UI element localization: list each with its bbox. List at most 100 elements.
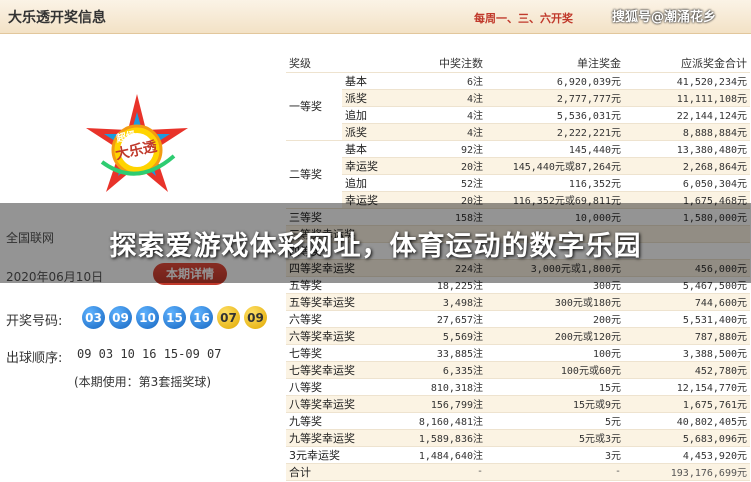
- prize-winners: 156,799注: [398, 395, 486, 413]
- prize-total: 1,675,761元: [624, 395, 750, 413]
- prize-total: 193,176,699元: [624, 463, 750, 481]
- prize-unit: 3元: [486, 446, 624, 464]
- prize-winners: 3,498注: [398, 293, 486, 311]
- prize-total: 2,268,864元: [624, 157, 750, 175]
- prize-winners: 810,318注: [398, 378, 486, 396]
- prize-level: 一等奖: [286, 72, 342, 141]
- prize-winners: 6,335注: [398, 361, 486, 379]
- prize-sub: 派奖: [342, 89, 398, 107]
- prize-unit: 300元或180元: [486, 293, 624, 311]
- prize-total: 41,520,234元: [624, 72, 750, 90]
- prize-unit: 145,440元或87,264元: [486, 157, 624, 175]
- prize-unit: 116,352元: [486, 174, 624, 192]
- prize-level: 九等奖幸运奖: [286, 429, 398, 447]
- front-ball: 16: [190, 306, 213, 329]
- prize-unit: 200元: [486, 310, 624, 328]
- ball-set-note: (本期使用：第3套摇奖球): [74, 375, 211, 389]
- prize-winners: 1,484,640注: [398, 446, 486, 464]
- numbers-label: 开奖号码:: [6, 314, 63, 329]
- prize-level: 3元幸运奖: [286, 446, 398, 464]
- draw-days-text: 每周一、三、六开奖: [474, 12, 573, 25]
- table-row: 一等奖 基本 6注 6,920,039元 41,520,234元: [286, 72, 750, 141]
- prize-unit: 15元: [486, 378, 624, 396]
- total-row: 合计 - - 193,176,699元: [286, 463, 750, 481]
- prize-level: 八等奖幸运奖: [286, 395, 398, 413]
- prize-sub: 追加: [342, 106, 398, 124]
- prize-total: 3,388,500元: [624, 344, 750, 362]
- prize-sub: 基本: [342, 72, 398, 90]
- table-row: 八等奖幸运奖 156,799注 15元或9元 1,675,761元: [286, 395, 750, 413]
- prize-total: 6,050,304元: [624, 174, 750, 192]
- prize-unit: 15元或9元: [486, 395, 624, 413]
- prize-winners: 1,589,836注: [398, 429, 486, 447]
- header-level: 奖级: [286, 55, 342, 73]
- table-row: 六等奖 27,657注 200元 5,531,400元: [286, 310, 750, 328]
- prize-level: 八等奖: [286, 378, 398, 396]
- front-ball: 09: [109, 306, 132, 329]
- prize-sub: 追加: [342, 174, 398, 192]
- prize-total: 11,111,108元: [624, 89, 750, 107]
- prize-sub: 幸运奖: [342, 157, 398, 175]
- table-row: 3元幸运奖 1,484,640注 3元 4,453,920元: [286, 446, 750, 464]
- prize-winners: 8,160,481注: [398, 412, 486, 430]
- back-ball: 09: [244, 306, 267, 329]
- prize-unit: 2,777,777元: [486, 89, 624, 107]
- prize-unit: 6,920,039元: [486, 72, 624, 90]
- prize-total: 5,683,096元: [624, 429, 750, 447]
- page-title: 大乐透开奖信息: [8, 10, 106, 26]
- order-value: 09 03 10 16 15-09 07: [77, 347, 222, 361]
- prize-sub: 派奖: [342, 123, 398, 141]
- winning-balls: 03 09 10 15 16 07 09: [82, 306, 267, 329]
- prize-total: 787,880元: [624, 327, 750, 345]
- prize-total: 452,780元: [624, 361, 750, 379]
- prize-winners: 20注: [398, 157, 486, 175]
- prize-unit: -: [486, 463, 624, 481]
- front-ball: 03: [82, 306, 105, 329]
- prize-unit: 200元或120元: [486, 327, 624, 345]
- prize-level: 五等奖幸运奖: [286, 293, 398, 311]
- prize-winners: 4注: [398, 123, 486, 141]
- watermark: 搜狐号@潮涌花乡: [612, 10, 717, 25]
- table-row: 九等奖幸运奖 1,589,836注 5元或3元 5,683,096元: [286, 429, 750, 447]
- table-row: 六等奖幸运奖 5,569注 200元或120元 787,880元: [286, 327, 750, 345]
- table-row: 七等奖幸运奖 6,335注 100元或60元 452,780元: [286, 361, 750, 379]
- table-row: 二等奖 基本 92注 145,440元 13,380,480元: [286, 140, 750, 209]
- prize-unit: 100元或60元: [486, 361, 624, 379]
- table-header-row: 奖级 中奖注数 单注奖金 应派奖金合计: [286, 55, 750, 73]
- prize-winners: 27,657注: [398, 310, 486, 328]
- table-row: 派奖 4注 2,777,777元 11,111,108元: [286, 89, 750, 107]
- header-unit: 单注奖金: [486, 55, 624, 73]
- prize-unit: 145,440元: [486, 140, 624, 158]
- prize-level: 合计: [286, 463, 398, 481]
- table-row: 派奖 4注 2,222,221元 8,888,884元: [286, 123, 750, 141]
- prize-winners: 6注: [398, 72, 486, 90]
- prize-total: 8,888,884元: [624, 123, 750, 141]
- prize-level: 六等奖幸运奖: [286, 327, 398, 345]
- prize-winners: 4注: [398, 106, 486, 124]
- prize-unit: 100元: [486, 344, 624, 362]
- prize-winners: 92注: [398, 140, 486, 158]
- table-row: 追加 4注 5,536,031元 22,144,124元: [286, 106, 750, 124]
- prize-total: 4,453,920元: [624, 446, 750, 464]
- prize-level: 二等奖: [286, 140, 342, 209]
- prize-unit: 5,536,031元: [486, 106, 624, 124]
- prize-total: 12,154,770元: [624, 378, 750, 396]
- table-row: 五等奖幸运奖 3,498注 300元或180元 744,600元: [286, 293, 750, 311]
- prize-total: 13,380,480元: [624, 140, 750, 158]
- prize-unit: 5元: [486, 412, 624, 430]
- back-ball: 07: [217, 306, 240, 329]
- banner-title: 探索爱游戏体彩网址，体育运动的数字乐园: [109, 231, 642, 262]
- prize-level: 七等奖: [286, 344, 398, 362]
- prize-level: 七等奖幸运奖: [286, 361, 398, 379]
- prize-total: 40,802,405元: [624, 412, 750, 430]
- table-row: 八等奖 810,318注 15元 12,154,770元: [286, 378, 750, 396]
- header-winners: 中奖注数: [398, 55, 486, 73]
- prize-total: 5,531,400元: [624, 310, 750, 328]
- front-ball: 10: [136, 306, 159, 329]
- prize-winners: 52注: [398, 174, 486, 192]
- prize-sub: 基本: [342, 140, 398, 158]
- table-row: 幸运奖 20注 145,440元或87,264元 2,268,864元: [286, 157, 750, 175]
- prize-level: 六等奖: [286, 310, 398, 328]
- header-total: 应派奖金合计: [624, 55, 750, 73]
- prize-winners: -: [398, 463, 486, 481]
